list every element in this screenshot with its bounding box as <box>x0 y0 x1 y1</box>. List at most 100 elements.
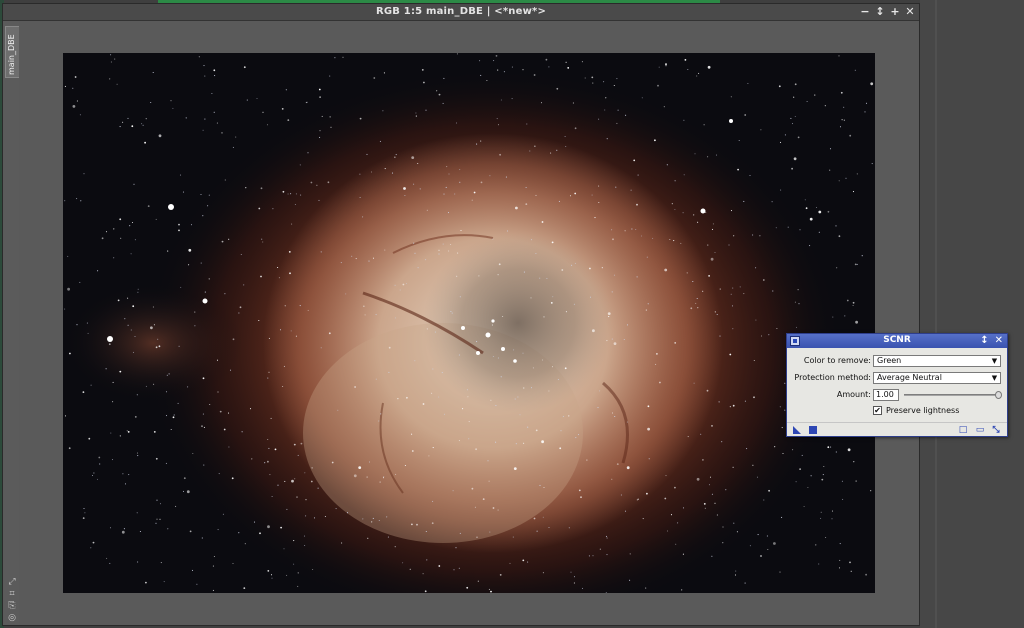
close-icon[interactable]: ✕ <box>995 334 1003 348</box>
star <box>423 81 425 84</box>
star <box>584 77 586 79</box>
star <box>468 438 470 440</box>
chevron-down-icon: ▼ <box>991 374 998 382</box>
star <box>388 371 390 373</box>
star <box>432 447 434 449</box>
star <box>194 311 196 313</box>
scnr-titlebar[interactable]: SCNR ↕ ✕ <box>787 334 1007 348</box>
amount-input[interactable]: 1.00 <box>873 389 899 401</box>
preserve-lightness-checkbox[interactable]: ✔ <box>873 406 882 415</box>
star <box>459 181 461 183</box>
grid-icon[interactable]: ⌗ <box>7 589 17 599</box>
image-viewport[interactable] <box>19 21 919 625</box>
star <box>558 200 560 202</box>
star <box>674 208 676 211</box>
star <box>227 412 230 414</box>
star <box>137 288 139 290</box>
star <box>310 480 313 483</box>
star <box>128 474 130 476</box>
star <box>577 434 580 436</box>
maximize-icon[interactable]: + <box>890 5 900 19</box>
amount-slider-thumb[interactable] <box>995 391 1002 399</box>
star <box>91 474 94 477</box>
star <box>522 352 524 354</box>
star <box>702 290 704 292</box>
star <box>530 297 532 299</box>
star <box>546 277 548 280</box>
scnr-dialog[interactable]: SCNR ↕ ✕ Color to remove: Green ▼ Protec… <box>786 333 1008 437</box>
star <box>822 474 824 476</box>
protection-method-value: Average Neutral <box>877 373 942 382</box>
star <box>556 149 558 151</box>
star <box>163 581 165 583</box>
close-icon[interactable]: ✕ <box>905 5 915 19</box>
star <box>379 481 381 483</box>
star <box>495 441 497 443</box>
protection-method-select[interactable]: Average Neutral ▼ <box>873 372 1001 384</box>
minimize-icon[interactable]: − <box>860 5 870 19</box>
execute-icon[interactable] <box>809 426 817 434</box>
star <box>200 262 202 264</box>
star <box>574 127 577 130</box>
star <box>201 537 203 539</box>
star <box>305 499 307 501</box>
new-instance-icon[interactable] <box>793 426 801 434</box>
star <box>223 428 226 431</box>
star <box>167 250 169 252</box>
star <box>155 522 157 524</box>
star <box>160 562 162 564</box>
star <box>614 415 616 418</box>
star <box>674 180 676 182</box>
star <box>258 319 260 322</box>
shade-icon[interactable]: ↕ <box>980 334 988 348</box>
star <box>797 289 799 291</box>
view-identifier-tab[interactable]: main_DBE <box>5 26 20 78</box>
star <box>194 325 196 327</box>
star <box>703 124 705 126</box>
star <box>394 284 396 286</box>
fit-view-icon[interactable]: ⤢ <box>7 577 17 587</box>
window-titlebar[interactable]: RGB 1:5 main_DBE | <*new*> − ↕ + ✕ <box>3 4 919 21</box>
star <box>844 315 846 317</box>
reset-icon[interactable]: □ <box>958 425 968 435</box>
star <box>719 288 721 290</box>
documentation-icon[interactable]: ▭ <box>975 425 985 435</box>
color-to-remove-select[interactable]: Green ▼ <box>873 355 1001 367</box>
color-to-remove-value: Green <box>877 356 902 365</box>
preferences-icon[interactable]: ⤡ <box>991 425 1001 435</box>
star <box>793 157 797 161</box>
star <box>772 290 774 292</box>
star <box>683 119 685 121</box>
amount-row: Amount: 1.00 <box>787 388 1007 402</box>
star <box>191 569 194 571</box>
star <box>611 338 613 340</box>
star <box>224 179 226 181</box>
star <box>105 368 107 370</box>
star <box>568 527 570 529</box>
star <box>331 461 334 464</box>
star <box>187 386 189 388</box>
target-icon[interactable]: ◎ <box>7 613 17 623</box>
star <box>67 255 69 257</box>
star <box>776 327 778 330</box>
image-window[interactable]: RGB 1:5 main_DBE | <*new*> − ↕ + ✕ main_… <box>2 3 920 626</box>
star <box>702 459 704 461</box>
star <box>238 312 240 314</box>
star <box>744 400 746 402</box>
star <box>281 108 284 110</box>
amount-slider-track[interactable] <box>904 394 999 396</box>
nebula-image[interactable] <box>63 53 875 593</box>
star <box>491 324 493 326</box>
star <box>642 518 644 520</box>
shade-icon[interactable]: ↕ <box>875 5 885 19</box>
star <box>299 305 301 307</box>
star <box>203 464 205 466</box>
star <box>90 384 92 386</box>
copy-icon[interactable]: ⎘ <box>7 601 17 611</box>
star <box>296 496 298 498</box>
star <box>775 227 777 229</box>
star <box>152 71 154 74</box>
star <box>722 542 724 544</box>
star <box>847 448 851 452</box>
star <box>565 61 567 63</box>
